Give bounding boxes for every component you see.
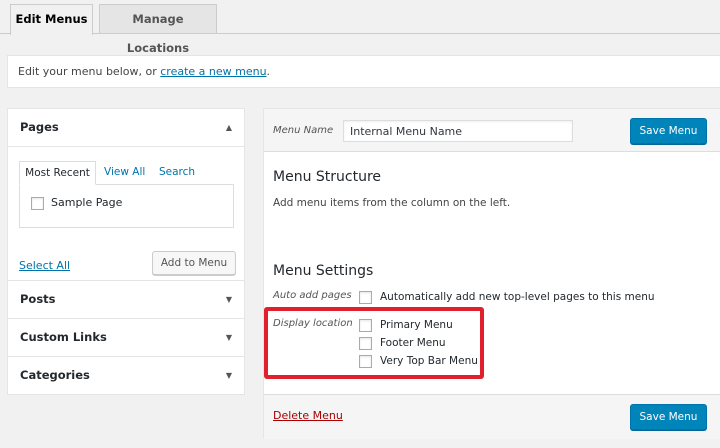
expand-arrow-icon: ▼ bbox=[225, 371, 232, 380]
custom-links-section-header[interactable]: Custom Links ▼ bbox=[8, 319, 244, 356]
posts-section[interactable]: Posts ▼ bbox=[7, 281, 245, 319]
save-menu-button-top[interactable]: Save Menu bbox=[630, 118, 707, 144]
pages-tabs: Most Recent View All Search bbox=[19, 161, 234, 185]
save-menu-button-bottom[interactable]: Save Menu bbox=[630, 404, 707, 430]
categories-section-title: Categories bbox=[20, 368, 90, 382]
very-top-bar-menu-checkbox[interactable] bbox=[359, 354, 372, 368]
posts-section-header[interactable]: Posts ▼ bbox=[8, 281, 244, 318]
menu-name-input[interactable] bbox=[343, 120, 573, 142]
create-new-menu-link[interactable]: create a new menu bbox=[160, 65, 266, 78]
sample-page-label: Sample Page bbox=[51, 196, 123, 209]
menu-settings-title: Menu Settings bbox=[273, 263, 374, 279]
categories-section-header[interactable]: Categories ▼ bbox=[8, 357, 244, 394]
auto-add-pages-text: Automatically add new top-level pages to… bbox=[380, 291, 655, 303]
location-very-top-bar-menu[interactable]: Very Top Bar Menu bbox=[359, 354, 478, 368]
very-top-bar-menu-label: Very Top Bar Menu bbox=[380, 355, 478, 367]
auto-add-pages-checkbox[interactable] bbox=[359, 290, 372, 304]
tab-manage-locations[interactable]: Manage Locations bbox=[99, 4, 217, 55]
tab-view-all[interactable]: View All bbox=[104, 161, 145, 185]
pages-section-header[interactable]: Pages ▲ bbox=[8, 109, 244, 146]
expand-arrow-icon: ▼ bbox=[225, 295, 232, 304]
sample-page-checkbox[interactable] bbox=[31, 196, 44, 210]
custom-links-section[interactable]: Custom Links ▼ bbox=[7, 319, 245, 357]
location-footer-menu[interactable]: Footer Menu bbox=[359, 336, 446, 350]
notice-text: Edit your menu below, or bbox=[18, 65, 161, 78]
location-primary-menu[interactable]: Primary Menu bbox=[359, 318, 453, 332]
menu-name-label: Menu Name bbox=[273, 125, 334, 136]
menu-structure-title: Menu Structure bbox=[273, 169, 382, 185]
notice-suffix: . bbox=[266, 65, 271, 78]
select-all-link[interactable]: Select All bbox=[19, 259, 70, 272]
pages-section-title: Pages bbox=[20, 120, 59, 134]
menu-edit-panel: Menu Name Save Menu Menu Structure Add m… bbox=[263, 108, 720, 439]
delete-menu-link[interactable]: Delete Menu bbox=[273, 409, 343, 422]
footer-menu-checkbox[interactable] bbox=[359, 336, 372, 350]
categories-section[interactable]: Categories ▼ bbox=[7, 357, 245, 395]
custom-links-section-title: Custom Links bbox=[20, 330, 107, 344]
pages-list-panel: Sample Page bbox=[19, 184, 234, 228]
menu-structure-instructions: Add menu items from the column on the le… bbox=[273, 197, 511, 209]
tab-search[interactable]: Search bbox=[159, 161, 195, 185]
pages-section: Pages ▲ Most Recent View All Search Samp… bbox=[7, 108, 245, 281]
tab-edit-menus[interactable]: Edit Menus bbox=[10, 4, 93, 35]
primary-menu-label: Primary Menu bbox=[380, 319, 453, 331]
expand-arrow-icon: ▼ bbox=[225, 333, 232, 342]
tab-most-recent[interactable]: Most Recent bbox=[19, 161, 96, 185]
display-location-label: Display location bbox=[273, 318, 353, 329]
primary-menu-checkbox[interactable] bbox=[359, 318, 372, 332]
manage-menus-notice: Edit your menu below, or create a new me… bbox=[7, 55, 720, 88]
auto-add-pages-option[interactable]: Automatically add new top-level pages to… bbox=[359, 290, 655, 304]
posts-section-title: Posts bbox=[20, 292, 56, 306]
menu-items-accordion: Pages ▲ Most Recent View All Search Samp… bbox=[7, 108, 245, 395]
add-to-menu-button[interactable]: Add to Menu bbox=[152, 251, 236, 275]
collapse-arrow-icon: ▲ bbox=[225, 123, 232, 132]
footer-menu-label: Footer Menu bbox=[380, 337, 446, 349]
pages-section-body: Most Recent View All Search Sample Page … bbox=[8, 146, 244, 280]
nav-tab-wrapper: Edit Menus Manage Locations bbox=[0, 0, 720, 55]
auto-add-pages-label: Auto add pages bbox=[273, 290, 352, 301]
page-item-sample-page[interactable]: Sample Page bbox=[31, 196, 122, 210]
